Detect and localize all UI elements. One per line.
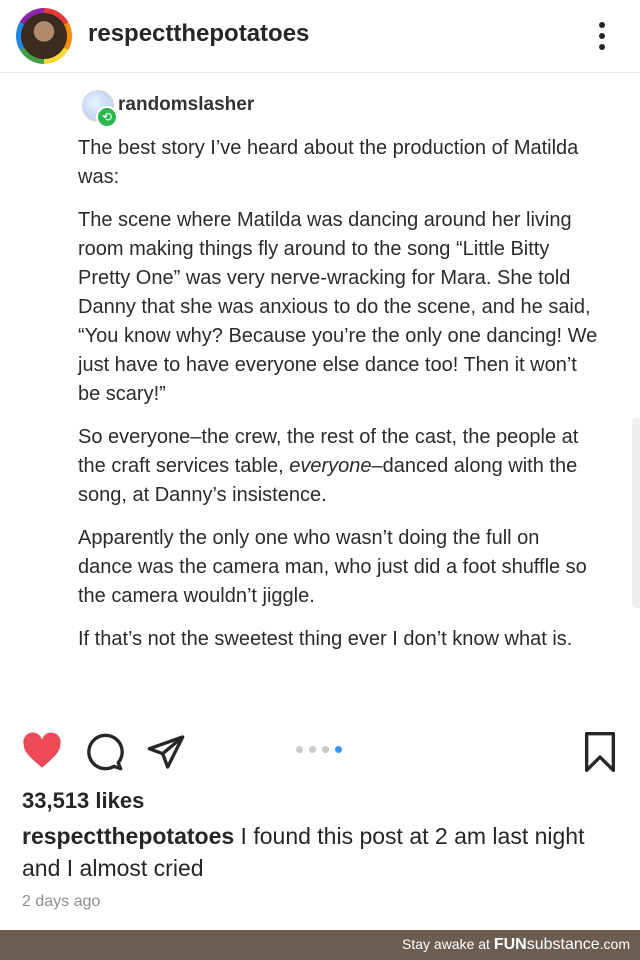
watermark-bar: Stay awake at FUNsubstance.com [0,930,640,960]
post-paragraph: The scene where Matilda was dancing arou… [78,209,598,405]
reblog-username[interactable]: randomslasher [118,94,254,116]
heart-icon[interactable] [22,732,62,770]
post-text: The best story I’ve heard about the prod… [78,134,598,668]
watermark-prefix: Stay awake at [402,936,494,952]
more-vertical-icon[interactable] [594,22,610,50]
likes-count[interactable]: 33,513 likes [22,788,144,814]
scroll-edge[interactable] [632,418,640,608]
post-emphasis: everyone [289,455,372,477]
carousel-dot [309,746,316,753]
post-timestamp: 2 days ago [22,893,101,910]
reblog-icon: ⟲ [96,106,118,128]
post-paragraph: So everyone–the crew, the rest of the ca… [78,423,598,510]
post-paragraph: Apparently the only one who wasn’t doing… [78,527,587,607]
avatar-photo [21,13,67,59]
post-paragraph: The best story I’ve heard about the prod… [78,137,579,188]
comment-icon[interactable] [84,732,124,772]
user-avatar[interactable] [16,8,72,64]
watermark-suffix: .com [599,936,630,952]
action-bar [0,728,640,778]
bookmark-icon[interactable] [580,730,620,774]
watermark-brand-rest: substance [526,936,600,953]
carousel-dot [296,746,303,753]
caption-username[interactable]: respectthepotatoes [22,823,234,849]
carousel-dot-active [335,746,342,753]
watermark: Stay awake at FUNsubstance.com [402,936,630,954]
header-username[interactable]: respectthepotatoes [88,20,309,48]
caption: respectthepotatoes I found this post at … [22,820,612,884]
send-icon[interactable] [146,732,186,772]
carousel-dot [322,746,329,753]
post-header: respectthepotatoes [0,0,640,73]
post-paragraph: If that’s not the sweetest thing ever I … [78,628,573,650]
watermark-brand-bold: FUN [493,936,527,953]
carousel-indicator [296,746,342,753]
